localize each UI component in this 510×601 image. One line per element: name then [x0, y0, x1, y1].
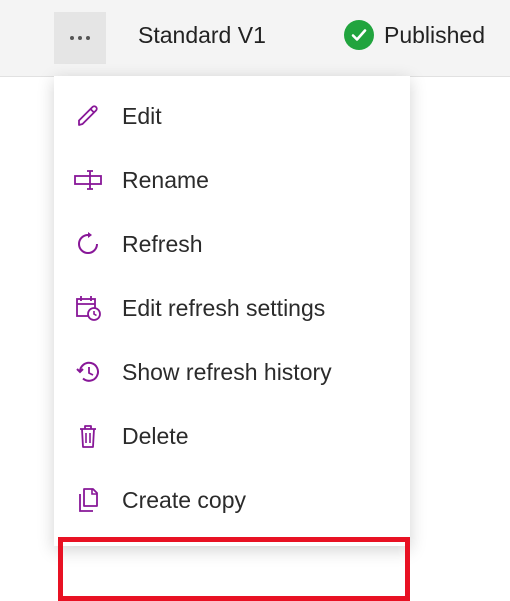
- menu-item-delete[interactable]: Delete: [54, 404, 410, 468]
- highlight-annotation: [58, 537, 410, 601]
- menu-item-refresh[interactable]: Refresh: [54, 212, 410, 276]
- status-badge: Published: [344, 20, 485, 50]
- menu-item-label: Edit refresh settings: [122, 295, 325, 322]
- more-options-button[interactable]: [54, 12, 106, 64]
- toolbar: Standard V1 Published: [0, 0, 510, 77]
- rename-icon: [72, 164, 104, 196]
- trash-icon: [72, 420, 104, 452]
- context-menu: Edit Rename Refresh: [54, 76, 410, 546]
- checkmark-icon: [344, 20, 374, 50]
- menu-item-label: Delete: [122, 423, 188, 450]
- menu-item-label: Rename: [122, 167, 209, 194]
- menu-item-create-copy[interactable]: Create copy: [54, 468, 410, 532]
- menu-item-label: Create copy: [122, 487, 246, 514]
- menu-item-show-refresh-history[interactable]: Show refresh history: [54, 340, 410, 404]
- history-icon: [72, 356, 104, 388]
- item-title: Standard V1: [138, 22, 266, 49]
- calendar-clock-icon: [72, 292, 104, 324]
- menu-item-label: Refresh: [122, 231, 203, 258]
- menu-item-rename[interactable]: Rename: [54, 148, 410, 212]
- ellipsis-icon: [70, 36, 90, 40]
- menu-item-label: Show refresh history: [122, 359, 332, 386]
- menu-item-label: Edit: [122, 103, 162, 130]
- copy-icon: [72, 484, 104, 516]
- status-label: Published: [384, 22, 485, 49]
- refresh-icon: [72, 228, 104, 260]
- menu-item-edit[interactable]: Edit: [54, 84, 410, 148]
- menu-item-edit-refresh-settings[interactable]: Edit refresh settings: [54, 276, 410, 340]
- pencil-icon: [72, 100, 104, 132]
